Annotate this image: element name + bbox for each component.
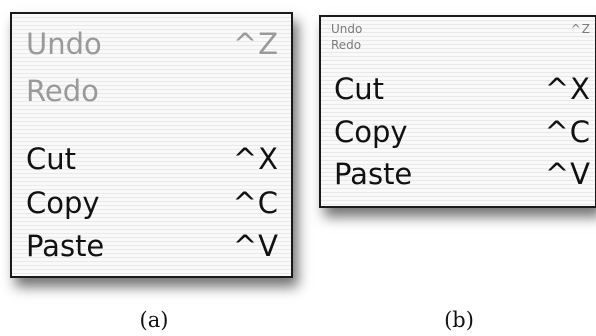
menu-item-label: Redo (26, 74, 99, 108)
menu-item-redo[interactable]: Redo (12, 77, 291, 106)
edit-menu-b: Undo ^Z Redo Cut ^X Copy ^C Paste ^V (319, 15, 596, 208)
menu-item-label: Cut (334, 72, 384, 106)
menu-item-cut[interactable]: Cut ^X (321, 75, 595, 104)
menu-item-shortcut: ^C (232, 186, 279, 220)
menu-item-shortcut: ^X (232, 142, 279, 176)
menu-item-copy[interactable]: Copy ^C (12, 189, 291, 218)
menu-item-redo[interactable]: Redo (321, 39, 595, 51)
menu-item-shortcut: ^Z (232, 27, 279, 61)
menu-item-label: Paste (334, 157, 413, 191)
menu-item-shortcut: ^X (544, 72, 591, 106)
menu-item-shortcut: ^C (544, 115, 591, 149)
menu-item-undo[interactable]: Undo ^Z (321, 23, 595, 35)
menu-item-copy[interactable]: Copy ^C (321, 118, 595, 147)
menu-item-label: Undo (331, 22, 363, 36)
menu-item-label: Undo (26, 27, 102, 61)
menu-item-label: Paste (26, 229, 105, 263)
menu-item-label: Redo (331, 38, 362, 52)
menu-item-undo[interactable]: Undo ^Z (12, 30, 291, 59)
menu-item-cut[interactable]: Cut ^X (12, 145, 291, 174)
edit-menu-a: Undo ^Z Redo Cut ^X Copy ^C Paste ^V (10, 12, 293, 278)
menu-item-shortcut: ^V (232, 229, 279, 263)
menu-item-paste[interactable]: Paste ^V (321, 160, 595, 189)
menu-item-shortcut: ^Z (570, 22, 591, 36)
menu-item-label: Cut (26, 142, 76, 176)
caption-b: (b) (444, 308, 474, 332)
menu-item-shortcut: ^V (544, 157, 591, 191)
menu-item-label: Copy (334, 115, 408, 149)
menu-item-label: Copy (26, 186, 100, 220)
caption-a: (a) (139, 308, 169, 332)
menu-item-paste[interactable]: Paste ^V (12, 232, 291, 261)
